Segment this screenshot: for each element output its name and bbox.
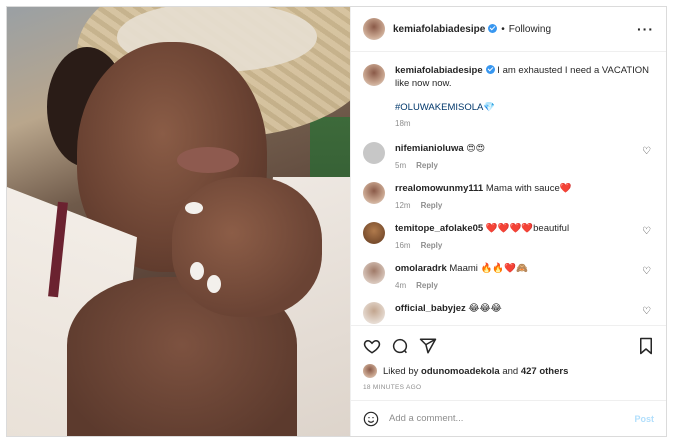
comment-item: omolaradrk Maami 🔥🔥❤️🙈 4m Reply ♡	[363, 262, 654, 290]
comment-time: 16m	[395, 241, 411, 250]
photo-nail	[190, 262, 204, 280]
post-comment-button[interactable]: Post	[634, 414, 654, 424]
caption-username[interactable]: kemiafolabiadesipe	[395, 65, 483, 76]
caption-avatar[interactable]	[363, 64, 385, 86]
caption-hashtag[interactable]: #OLUWAKEMISOLA💎	[395, 102, 654, 113]
likes-prefix: Liked by	[383, 365, 419, 377]
more-horizontal-icon[interactable]: ···	[637, 21, 654, 37]
save-bookmark-icon[interactable]	[638, 337, 654, 355]
commenter-avatar[interactable]	[363, 142, 385, 164]
reply-button[interactable]: Reply	[421, 201, 443, 210]
verified-badge-icon	[488, 23, 498, 33]
post-header: kemiafolabiadesipe • Following ···	[351, 7, 666, 52]
comment-item: official_babyjez 😂😂😂 ♡	[363, 302, 654, 324]
following-button[interactable]: Following	[509, 24, 551, 35]
author-username-text[interactable]: kemiafolabiadesipe	[393, 24, 485, 35]
share-send-icon[interactable]	[419, 337, 437, 355]
comment-text: 😂😂😂	[468, 303, 502, 314]
emoji-smiley-icon[interactable]	[363, 411, 379, 427]
like-comment-heart-icon[interactable]: ♡	[642, 147, 652, 157]
action-icons-row	[363, 334, 654, 358]
comment-text: Mama with sauce❤️	[485, 183, 572, 194]
post-timestamp[interactable]: 18 MINUTES AGO	[363, 384, 654, 391]
liker-avatar[interactable]	[363, 364, 377, 378]
photo-nail	[207, 275, 221, 293]
comment-username[interactable]: official_babyjez	[395, 303, 466, 314]
likes-others-link[interactable]: 427 others	[521, 366, 569, 377]
comment-time: 12m	[395, 201, 411, 210]
reply-button[interactable]: Reply	[421, 241, 443, 250]
like-comment-heart-icon[interactable]: ♡	[642, 227, 652, 237]
instagram-post: kemiafolabiadesipe • Following ··· kemia…	[6, 6, 667, 437]
comments-list[interactable]: kemiafolabiadesipe I am exhausted I need…	[351, 52, 666, 325]
comment-time: 5m	[395, 161, 407, 170]
caption-meta: 18m	[395, 119, 654, 128]
comment-text: ❤️❤️❤️❤️beautiful	[485, 223, 570, 234]
comment-username[interactable]: nifemianioluwa	[395, 143, 464, 154]
comment-username[interactable]: omolaradrk	[395, 263, 447, 274]
separator-dot: •	[501, 23, 505, 35]
comment-input[interactable]	[389, 413, 635, 424]
reply-button[interactable]: Reply	[416, 161, 438, 170]
likes-summary: Liked by odunomoadekola and 427 others	[363, 364, 654, 378]
comment-item: rrealomowunmy111 Mama with sauce❤️ 12m Re…	[363, 182, 654, 210]
author-username[interactable]: kemiafolabiadesipe	[393, 23, 498, 35]
post-sidebar: kemiafolabiadesipe • Following ··· kemia…	[350, 7, 666, 436]
caption-time: 18m	[395, 119, 411, 128]
comment-item: nifemianioluwa 😍😍 5m Reply ♡	[363, 142, 654, 170]
add-comment-bar: Post	[351, 400, 666, 436]
caption: kemiafolabiadesipe I am exhausted I need…	[363, 64, 654, 128]
author-avatar[interactable]	[363, 18, 385, 40]
comment-bubble-icon[interactable]	[391, 337, 409, 355]
photo-nail	[185, 202, 203, 214]
caption-text-block: kemiafolabiadesipe I am exhausted I need…	[395, 64, 654, 90]
comment-text: 😍😍	[466, 143, 486, 153]
post-actions: Liked by odunomoadekola and 427 others 1…	[351, 325, 666, 391]
commenter-avatar[interactable]	[363, 302, 385, 324]
comment-time: 4m	[395, 281, 407, 290]
comment-item: temitope_afolake05 ❤️❤️❤️❤️beautiful 16m…	[363, 222, 654, 250]
like-comment-heart-icon[interactable]: ♡	[642, 307, 652, 317]
verified-badge-icon	[485, 65, 495, 74]
commenter-avatar[interactable]	[363, 262, 385, 284]
like-heart-icon[interactable]	[363, 337, 381, 355]
post-photo[interactable]	[7, 7, 350, 436]
likes-joiner: and	[502, 365, 519, 377]
reply-button[interactable]: Reply	[416, 281, 438, 290]
photo-hand	[172, 177, 322, 317]
comment-username[interactable]: rrealomowunmy111	[395, 183, 483, 194]
comment-text: Maami 🔥🔥❤️🙈	[449, 263, 528, 274]
like-comment-heart-icon[interactable]: ♡	[642, 267, 652, 277]
liker-username[interactable]: odunomoadekola	[421, 366, 500, 377]
commenter-avatar[interactable]	[363, 222, 385, 244]
commenter-avatar[interactable]	[363, 182, 385, 204]
photo-lips	[177, 147, 239, 173]
comment-username[interactable]: temitope_afolake05	[395, 223, 483, 234]
